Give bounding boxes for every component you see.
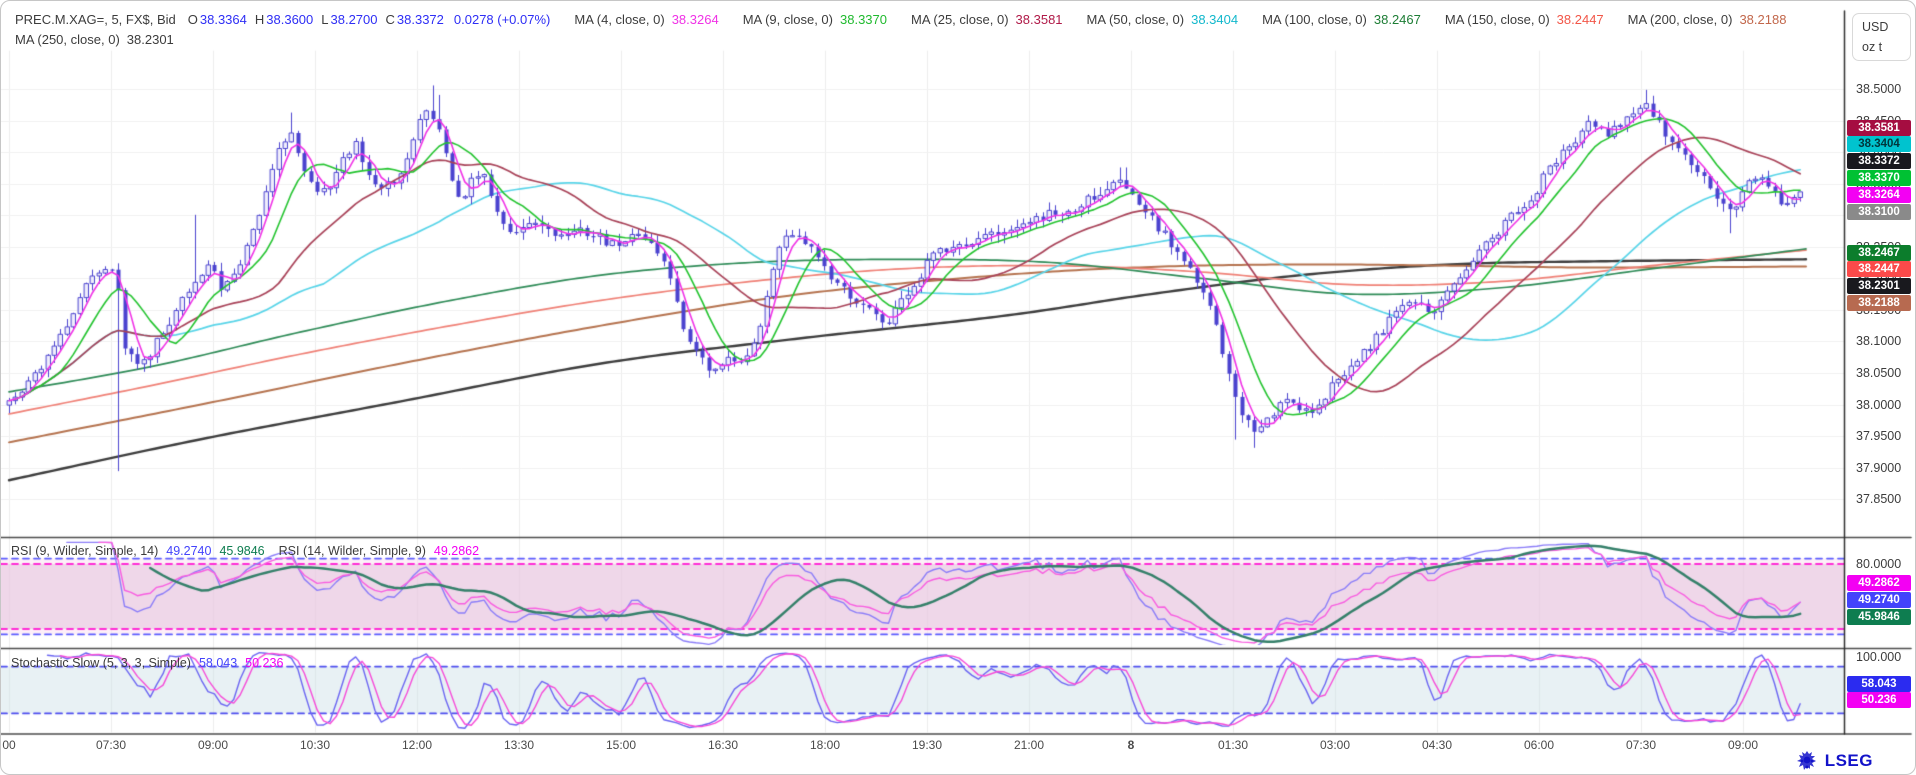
rsi-badge: 49.2740 <box>1847 592 1911 608</box>
stoch-badge: 58.043 <box>1847 676 1911 692</box>
header-segment: 38.2700 <box>331 12 378 27</box>
time-label: 8 <box>1128 738 1135 752</box>
price-badge: 38.2467 <box>1847 245 1911 261</box>
chart-header-line-2: MA (250, close, 0) 38.2301 <box>15 32 174 47</box>
rsi-tick-label: 80.0000 <box>1856 557 1901 571</box>
header-segment: 38.3370 <box>840 12 887 27</box>
header-segment: MA (150, close, 0) <box>1445 12 1550 27</box>
price-tick-label: 37.8500 <box>1856 492 1901 506</box>
price-badge: 38.3404 <box>1847 136 1911 152</box>
chart-widget: PREC.M.XAG=, 5, FX$, Bid O38.3364 H38.3600… <box>0 0 1916 775</box>
rsi-title-segment: 49.2862 <box>434 544 479 558</box>
price-tick-label: 38.5000 <box>1856 82 1901 96</box>
unit-box: USD oz t <box>1852 13 1911 61</box>
time-label: 13:30 <box>504 738 534 752</box>
time-label: 03:00 <box>1320 738 1350 752</box>
time-label: 00 <box>2 738 15 752</box>
rsi-title-segment: 49.2740 <box>166 544 211 558</box>
header-segment: L <box>321 12 328 27</box>
stoch-title-segment: 58.043 <box>199 656 237 670</box>
time-label: 07:30 <box>1626 738 1656 752</box>
time-label: 01:30 <box>1218 738 1248 752</box>
price-badge: 38.2447 <box>1847 261 1911 277</box>
time-label: 06:00 <box>1524 738 1554 752</box>
price-badge: 38.3264 <box>1847 187 1911 203</box>
header-segment: MA (25, close, 0) <box>911 12 1009 27</box>
header-segment: MA (100, close, 0) <box>1262 12 1367 27</box>
header-segment: 38.2301 <box>127 32 174 47</box>
header-segment: PREC.M.XAG=, 5, FX$, Bid <box>15 12 176 27</box>
price-badge: 38.2301 <box>1847 278 1911 294</box>
rsi-badge: 45.9846 <box>1847 609 1911 625</box>
header-segment: 38.3264 <box>672 12 719 27</box>
header-segment: MA (50, close, 0) <box>1087 12 1185 27</box>
lseg-logo-text: LSEG <box>1825 751 1873 771</box>
header-segment: 38.3600 <box>266 12 313 27</box>
price-badge: 38.3100 <box>1847 204 1911 220</box>
header-segment: MA (250, close, 0) <box>15 32 120 47</box>
price-badge: 38.2188 <box>1847 295 1911 311</box>
time-label: 21:00 <box>1014 738 1044 752</box>
time-label: 12:00 <box>402 738 432 752</box>
price-tick-label: 38.1000 <box>1856 334 1901 348</box>
time-label: 09:00 <box>198 738 228 752</box>
rsi-badge: 49.2862 <box>1847 575 1911 591</box>
chart-header-line-1: PREC.M.XAG=, 5, FX$, Bid O38.3364 H38.3600… <box>15 12 1786 27</box>
time-label: 04:30 <box>1422 738 1452 752</box>
time-label: 16:30 <box>708 738 738 752</box>
header-segment: MA (200, close, 0) <box>1628 12 1733 27</box>
stochastic-title: Stochastic Slow (5, 3, 3, Simple) 58.043 5… <box>11 656 283 670</box>
header-segment: 38.3404 <box>1191 12 1238 27</box>
header-segment: 38.2447 <box>1557 12 1604 27</box>
time-label: 15:00 <box>606 738 636 752</box>
price-tick-label: 38.0000 <box>1856 398 1901 412</box>
header-segment: C <box>386 12 395 27</box>
currency-label: USD <box>1862 20 1888 34</box>
header-segment: O <box>188 12 198 27</box>
header-segment: 38.3372 <box>397 12 444 27</box>
header-segment: MA (9, close, 0) <box>743 12 833 27</box>
price-badge: 38.3370 <box>1847 170 1911 186</box>
price-tick-label: 38.0500 <box>1856 366 1901 380</box>
stoch-badge: 50.236 <box>1847 692 1911 708</box>
lseg-crest-icon <box>1795 749 1819 773</box>
stoch-tick-label: 100.000 <box>1856 650 1901 664</box>
price-badge: 38.3372 <box>1847 153 1911 169</box>
header-segment: 38.2467 <box>1374 12 1421 27</box>
stoch-title-segment: 50.236 <box>245 656 283 670</box>
price-tick-label: 37.9500 <box>1856 429 1901 443</box>
rsi-title-segment: RSI (9, Wilder, Simple, 14) <box>11 544 158 558</box>
unit-label: oz t <box>1862 40 1882 54</box>
header-segment: H <box>255 12 264 27</box>
lseg-logo: LSEG <box>1795 749 1873 773</box>
rsi-title: RSI (9, Wilder, Simple, 14) 49.2740 45.984… <box>11 544 479 558</box>
price-badge: 38.3581 <box>1847 120 1911 136</box>
header-segment: 0.0278 (+0.07%) <box>454 12 550 27</box>
time-label: 09:00 <box>1728 738 1758 752</box>
rsi-title-segment: RSI (14, Wilder, Simple, 9) <box>279 544 426 558</box>
header-segment: 38.3364 <box>200 12 247 27</box>
header-segment: 38.3581 <box>1016 12 1063 27</box>
price-tick-label: 37.9000 <box>1856 461 1901 475</box>
header-segment: MA (4, close, 0) <box>574 12 664 27</box>
time-label: 19:30 <box>912 738 942 752</box>
main-chart-panel[interactable] <box>1 51 1844 536</box>
stoch-title-segment: Stochastic Slow (5, 3, 3, Simple) <box>11 656 191 670</box>
rsi-title-segment: 45.9846 <box>219 544 264 558</box>
time-label: 18:00 <box>810 738 840 752</box>
time-label: 07:30 <box>96 738 126 752</box>
header-segment: 38.2188 <box>1739 12 1786 27</box>
time-label: 10:30 <box>300 738 330 752</box>
